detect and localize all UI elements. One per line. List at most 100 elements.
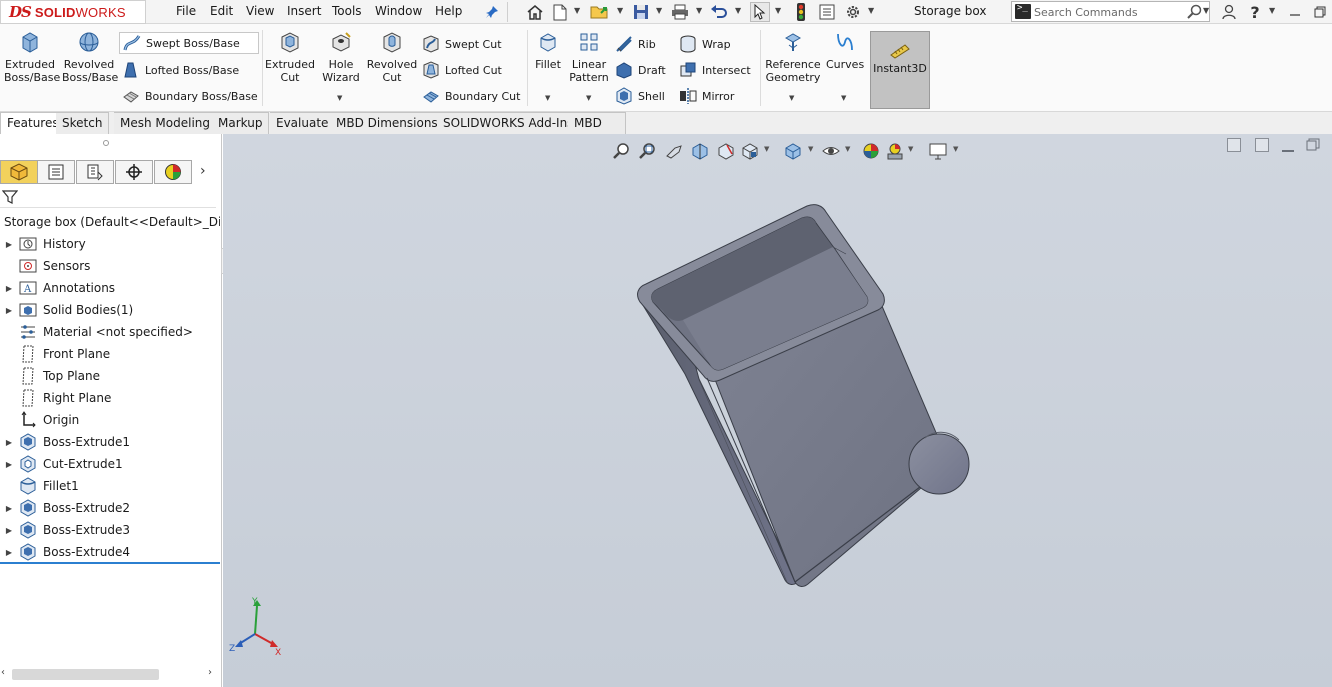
- tree-item-fillet1[interactable]: Fillet1: [0, 475, 218, 497]
- rollback-bar[interactable]: [0, 562, 220, 564]
- options-dropdown-icon[interactable]: ▼: [868, 6, 874, 15]
- zoom-to-area-icon[interactable]: [638, 141, 658, 161]
- tree-item-boss-extrude3[interactable]: ▶ Boss-Extrude3: [0, 519, 218, 541]
- instant3d-toggle[interactable]: Instant3D: [870, 31, 930, 109]
- reference-geometry-dropdown-icon[interactable]: ▼: [789, 94, 794, 102]
- menu-edit[interactable]: Edit: [210, 4, 233, 18]
- hole-wizard-button[interactable]: Hole Wizard: [318, 30, 364, 84]
- rebuild-traffic-light-icon[interactable]: [791, 2, 811, 22]
- tab-mesh-modeling[interactable]: Mesh Modeling: [114, 112, 217, 134]
- expand-arrow-icon[interactable]: ▶: [0, 548, 18, 557]
- feature-manager-tab[interactable]: [0, 160, 38, 184]
- tree-item-top-plane[interactable]: Top Plane: [0, 365, 218, 387]
- fillet-dropdown-icon[interactable]: ▼: [545, 94, 550, 102]
- tree-item-front-plane[interactable]: Front Plane: [0, 343, 218, 365]
- viewport-minimize-icon[interactable]: [1282, 138, 1294, 152]
- tab-evaluate[interactable]: Evaluate: [270, 112, 336, 134]
- select-dropdown-icon[interactable]: ▼: [775, 6, 781, 15]
- tree-item-cut-extrude1[interactable]: ▶ Cut-Extrude1: [0, 453, 218, 475]
- menu-insert[interactable]: Insert: [287, 4, 321, 18]
- tree-item-origin[interactable]: Origin: [0, 409, 218, 431]
- search-icon[interactable]: [1187, 4, 1202, 22]
- swept-cut-button[interactable]: Swept Cut: [422, 33, 502, 55]
- hide-show-items-icon[interactable]: [821, 141, 841, 161]
- new-dropdown-icon[interactable]: ▼: [574, 6, 580, 15]
- tree-item-boss-extrude1[interactable]: ▶ Boss-Extrude1: [0, 431, 218, 453]
- rib-button[interactable]: Rib: [615, 33, 656, 55]
- tree-item-annotations[interactable]: ▶ A Annotations: [0, 277, 218, 299]
- filter-icon[interactable]: [2, 189, 18, 205]
- fillet-button[interactable]: Fillet: [532, 30, 564, 71]
- pin-menu-icon[interactable]: [482, 2, 502, 22]
- hide-show-dropdown-icon[interactable]: ▼: [845, 145, 850, 153]
- home-icon[interactable]: [525, 2, 545, 22]
- dimxpert-manager-tab[interactable]: [115, 160, 153, 184]
- dynamic-annotation-views-icon[interactable]: [716, 141, 736, 161]
- scroll-left-icon[interactable]: ‹: [1, 667, 5, 678]
- options-gear-icon[interactable]: [843, 2, 863, 22]
- expand-arrow-icon[interactable]: ▶: [0, 438, 18, 447]
- mirror-button[interactable]: Mirror: [679, 85, 734, 107]
- solidworks-logo[interactable]: DS SOLIDWORKS: [0, 0, 146, 24]
- revolved-cut-button[interactable]: Revolved Cut: [366, 30, 418, 84]
- tree-item-solid-bodies-1[interactable]: ▶ Solid Bodies(1): [0, 299, 218, 321]
- expand-arrow-icon[interactable]: ▶: [0, 240, 18, 249]
- tab-solidworks-add-ins[interactable]: SOLIDWORKS Add-Ins: [437, 112, 581, 134]
- boundary-boss-button[interactable]: Boundary Boss/Base: [122, 85, 258, 107]
- menu-view[interactable]: View: [246, 4, 274, 18]
- select-pointer-icon[interactable]: [750, 2, 770, 22]
- menu-window[interactable]: Window: [375, 4, 422, 18]
- feature-tree-filter[interactable]: [0, 186, 216, 208]
- linear-pattern-dropdown-icon[interactable]: ▼: [586, 94, 591, 102]
- search-input[interactable]: [1034, 4, 1184, 20]
- shell-button[interactable]: Shell: [615, 85, 665, 107]
- help-icon[interactable]: ?: [1245, 2, 1265, 22]
- open-dropdown-icon[interactable]: ▼: [617, 6, 623, 15]
- display-style-icon[interactable]: [783, 141, 803, 161]
- storage-box-model[interactable]: [603, 194, 983, 594]
- print-icon[interactable]: [670, 2, 690, 22]
- expand-arrow-icon[interactable]: ▶: [0, 284, 18, 293]
- file-properties-icon[interactable]: [817, 2, 837, 22]
- open-folder-icon[interactable]: [590, 2, 610, 22]
- revolved-boss-button[interactable]: Revolved Boss/Base: [62, 30, 118, 84]
- panel-splitter-handle[interactable]: [103, 140, 109, 146]
- extruded-cut-button[interactable]: Extruded Cut: [264, 30, 316, 84]
- hole-wizard-dropdown-icon[interactable]: ▼: [337, 94, 342, 102]
- tree-item-boss-extrude2[interactable]: ▶ Boss-Extrude2: [0, 497, 218, 519]
- expand-arrow-icon[interactable]: ▶: [0, 306, 18, 315]
- boundary-cut-button[interactable]: Boundary Cut: [422, 85, 520, 107]
- view-settings-icon[interactable]: [928, 141, 948, 161]
- wrap-button[interactable]: Wrap: [679, 33, 731, 55]
- restore-window-icon[interactable]: [1310, 2, 1330, 22]
- viewport-restore-right-icon[interactable]: [1255, 138, 1269, 152]
- user-account-icon[interactable]: [1219, 2, 1239, 22]
- save-dropdown-icon[interactable]: ▼: [656, 6, 662, 15]
- search-commands-box[interactable]: [1011, 1, 1210, 22]
- menu-help[interactable]: Help: [435, 4, 462, 18]
- edit-appearance-icon[interactable]: [861, 141, 881, 161]
- view-settings-dropdown-icon[interactable]: ▼: [953, 145, 958, 153]
- tree-root-part[interactable]: Storage box (Default<<Default>_Disp: [0, 213, 220, 231]
- scrollbar-thumb[interactable]: [12, 669, 159, 680]
- display-manager-tab[interactable]: [154, 160, 192, 184]
- curves-button[interactable]: Curves: [826, 30, 864, 71]
- viewport-restore-left-icon[interactable]: [1227, 138, 1241, 152]
- expand-arrow-icon[interactable]: ▶: [0, 526, 18, 535]
- apply-scene-icon[interactable]: [885, 141, 905, 161]
- tree-item-sensors[interactable]: Sensors: [0, 255, 218, 277]
- view-orientation-dropdown-icon[interactable]: ▼: [764, 145, 769, 153]
- zoom-to-fit-icon[interactable]: [612, 141, 632, 161]
- extruded-boss-button[interactable]: Extruded Boss/Base: [4, 30, 60, 84]
- expand-arrow-icon[interactable]: ▶: [0, 504, 18, 513]
- property-manager-tab[interactable]: [37, 160, 75, 184]
- configuration-manager-tab[interactable]: [76, 160, 114, 184]
- display-style-dropdown-icon[interactable]: ▼: [808, 145, 813, 153]
- panel-tabs-more-icon[interactable]: ›: [200, 163, 206, 179]
- undo-dropdown-icon[interactable]: ▼: [735, 6, 741, 15]
- view-orientation-icon[interactable]: [740, 141, 760, 161]
- viewport-maximize-icon[interactable]: [1306, 138, 1320, 155]
- graphics-area[interactable]: ▼ ▼ ▼ ▼ ▼ Y X Z: [223, 134, 1332, 687]
- lofted-boss-button[interactable]: Lofted Boss/Base: [122, 59, 239, 81]
- print-dropdown-icon[interactable]: ▼: [696, 6, 702, 15]
